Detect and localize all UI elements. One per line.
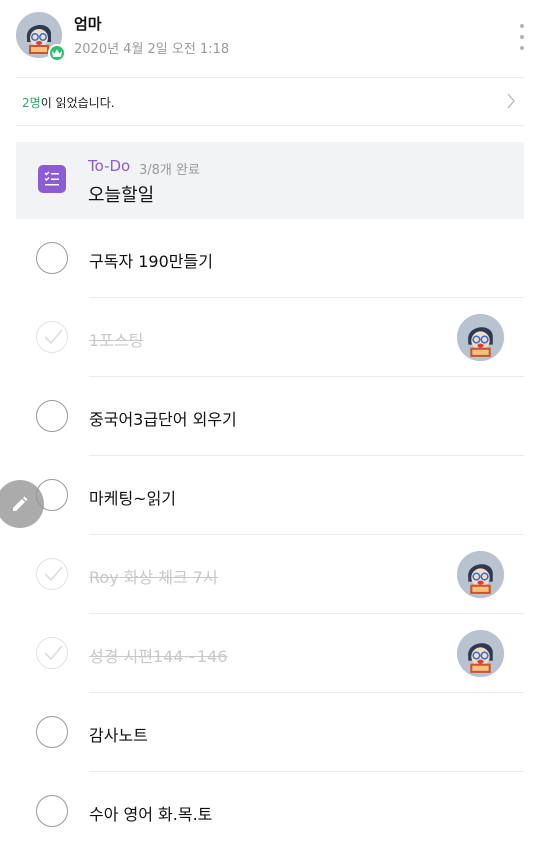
read-receipt-row[interactable]: 2명이 읽었습니다. [0,78,540,125]
todo-item: 감사노트 [0,693,540,772]
read-count: 2명 [22,96,41,110]
todo-item: 1포스팅 [0,298,540,377]
author-avatar[interactable] [16,12,66,62]
checked-checkbox[interactable] [36,558,68,590]
todo-item: Roy 화상 체크 7시 [0,535,540,614]
todo-header: To-Do 3/8개 완료 오늘할일 [16,142,524,219]
unchecked-checkbox[interactable] [36,716,68,748]
todo-item-text[interactable]: 1포스팅 [89,327,143,351]
todo-item: 마케팅~읽기 [0,456,540,535]
assignee-avatar[interactable] [457,551,504,598]
checklist-icon [38,165,66,193]
todo-item-text[interactable]: 중국어3급단어 외우기 [89,406,237,430]
todo-progress: 3/8개 완료 [139,163,200,178]
todo-item-text[interactable]: 마케팅~읽기 [89,485,176,509]
todo-title: 오늘할일 [88,185,155,206]
checked-checkbox[interactable] [36,637,68,669]
chevron-right-icon [507,93,515,109]
todo-item-text[interactable]: 구독자 190만들기 [89,248,213,272]
todo-item: 중국어3급단어 외우기 [0,377,540,456]
post-timestamp: 2020년 4월 2일 오전 1:18 [74,42,230,57]
divider [16,125,524,126]
unchecked-checkbox[interactable] [36,795,68,827]
checked-checkbox[interactable] [36,321,68,353]
read-receipt-text: 2명이 읽었습니다. [22,94,115,111]
todo-item-text[interactable]: 성경 시편144~146 [89,643,227,667]
todo-item-text[interactable]: 수아 영어 화.목.토 [89,801,212,825]
checkmark-icon [44,566,63,582]
todo-item: 구독자 190만들기 [0,219,540,298]
more-vertical-icon[interactable] [512,24,532,50]
post-header: 엄마 2020년 4월 2일 오전 1:18 [0,0,540,77]
todo-item: 수아 영어 화.목.토 [0,772,540,851]
assignee-avatar[interactable] [457,314,504,361]
read-suffix: 이 읽었습니다. [40,96,115,110]
todo-item-text[interactable]: Roy 화상 체크 7시 [89,564,218,588]
todo-item: 성경 시편144~146 [0,614,540,693]
checkmark-icon [44,645,63,661]
unchecked-checkbox[interactable] [36,242,68,274]
checkmark-icon [44,329,63,345]
assignee-avatar[interactable] [457,630,504,677]
todo-item-text[interactable]: 감사노트 [89,722,148,746]
todo-label: To-Do [88,157,131,175]
author-name[interactable]: 엄마 [74,13,102,34]
unchecked-checkbox[interactable] [36,400,68,432]
crown-icon [48,44,66,62]
